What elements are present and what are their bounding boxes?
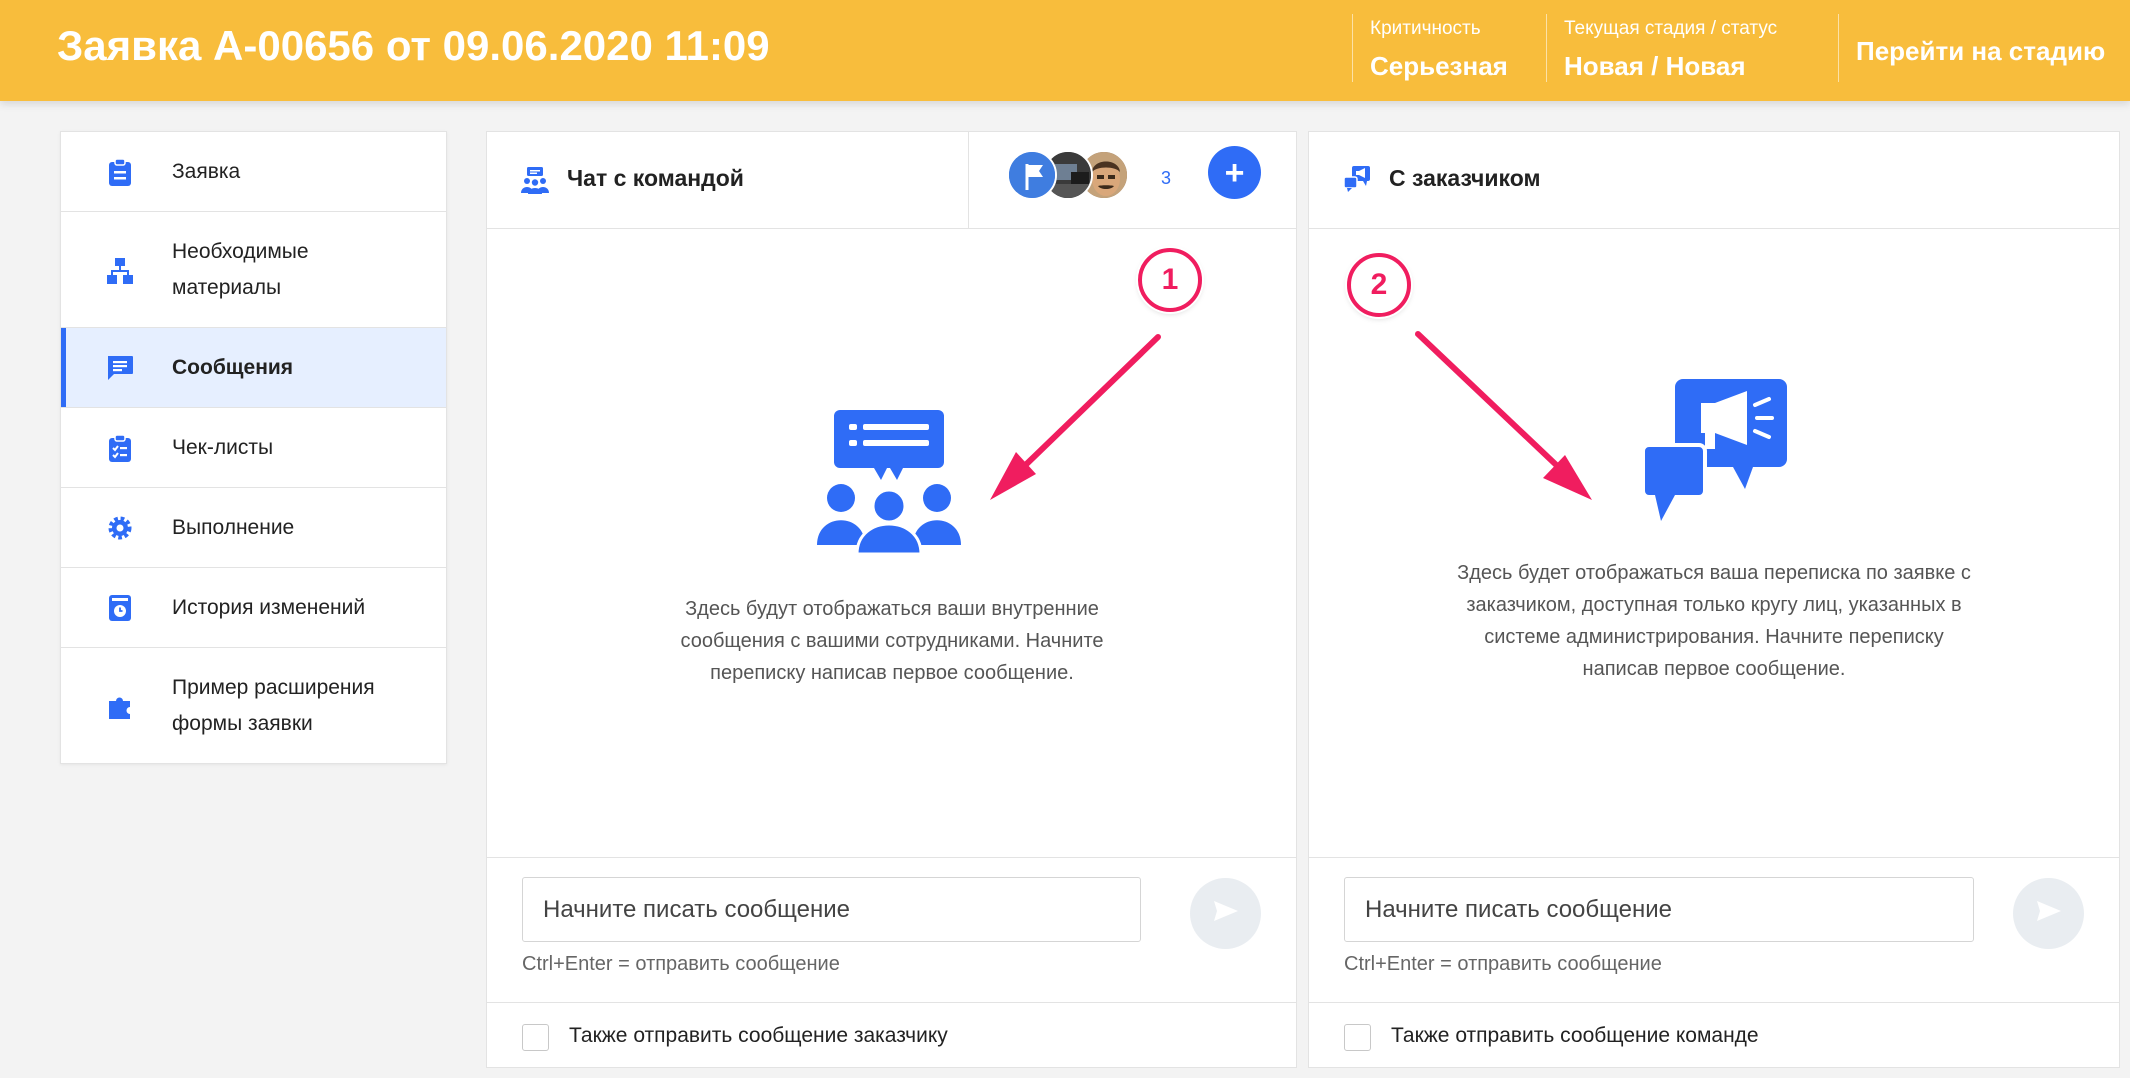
team-chat-title: Чат с командой (567, 165, 744, 191)
also-send-team-label[interactable]: Также отправить сообщение команде (1391, 1024, 1759, 1048)
sidebar-item-messages[interactable]: Сообщения (61, 328, 446, 408)
team-chat-empty-text: Здесь будут отображаться ваши внутренние… (680, 598, 1104, 684)
team-chat-illustration-icon (817, 410, 961, 556)
checklist-icon (105, 433, 135, 463)
also-send-team-row: Также отправить сообщение команде (1309, 1002, 2119, 1069)
plus-icon: + (1224, 153, 1245, 192)
message-icon (105, 353, 135, 383)
stage-block: Текущая стадия / статус Новая / Новая (1546, 14, 1777, 82)
send-icon (2036, 900, 2062, 927)
stage-label: Текущая стадия / статус (1564, 18, 1778, 39)
sidebar-item-label: Заявка (172, 160, 241, 183)
also-send-customer-label[interactable]: Также отправить сообщение заказчику (569, 1024, 948, 1048)
avatar[interactable] (1007, 150, 1057, 200)
customer-chat-panel: С заказчиком Здесь будет отображаться ва… (1308, 131, 2120, 1068)
puzzle-icon (105, 691, 135, 721)
sidebar-item-label: Чек-листы (172, 436, 274, 459)
sidebar: Заявка Необходимые материалы Сообщения Ч… (60, 131, 447, 764)
sidebar-item-materials[interactable]: Необходимые материалы (61, 212, 446, 328)
customer-send-hint: Ctrl+Enter = отправить сообщение (1344, 953, 1662, 975)
team-send-hint: Ctrl+Enter = отправить сообщение (522, 953, 840, 975)
customer-chat-empty-text: Здесь будет отображаться ваша переписка … (1457, 562, 1971, 680)
goto-stage-label: Перейти на стадию (1856, 36, 2106, 66)
team-icon (521, 166, 549, 194)
gear-icon (105, 513, 135, 543)
criticality-block: Критичность Серьезная (1352, 14, 1508, 82)
customer-chat-illustration-icon (1641, 379, 1787, 523)
header-divider (968, 132, 969, 228)
team-send-button[interactable] (1190, 878, 1261, 949)
annotation-badge-1: 1 (1138, 248, 1202, 312)
composer-divider (487, 857, 1296, 858)
megaphone-chat-icon (1343, 165, 1371, 193)
also-send-customer-row: Также отправить сообщение заказчику (487, 1002, 1296, 1069)
annotation-badge-2: 2 (1347, 253, 1411, 317)
clipboard-icon (105, 157, 135, 187)
sidebar-item-checklists[interactable]: Чек-листы (61, 408, 446, 488)
sidebar-item-label: Выполнение (172, 516, 295, 539)
page-title: Заявка А-00656 от 09.06.2020 11:09 (57, 22, 770, 69)
sidebar-item-label: Сообщения (172, 356, 294, 379)
customer-send-button[interactable] (2013, 878, 2084, 949)
composer-divider (1309, 857, 2119, 858)
stage-value: Новая / Новая (1564, 51, 1746, 81)
hierarchy-icon (105, 256, 135, 286)
sidebar-item-extension[interactable]: Пример расширения формы заявки (61, 648, 446, 763)
customer-message-input[interactable] (1344, 877, 1974, 942)
sidebar-item-label: История изменений (172, 596, 366, 619)
sidebar-item-request[interactable]: Заявка (61, 132, 446, 212)
participants-count[interactable]: 3 (1161, 168, 1171, 189)
header-bar: Заявка А-00656 от 09.06.2020 11:09 Крити… (0, 0, 2130, 101)
criticality-label: Критичность (1370, 18, 1481, 39)
sidebar-item-label: Необходимые материалы (172, 240, 309, 299)
send-icon (1213, 900, 1239, 927)
team-message-input[interactable] (522, 877, 1141, 942)
sidebar-item-label: Пример расширения формы заявки (172, 676, 375, 735)
sidebar-item-history[interactable]: История изменений (61, 568, 446, 648)
customer-chat-header: С заказчиком (1309, 132, 2119, 229)
criticality-value: Серьезная (1370, 51, 1508, 81)
also-send-customer-checkbox[interactable] (522, 1024, 549, 1051)
goto-stage-button[interactable]: Перейти на стадию (1838, 14, 2105, 82)
also-send-team-checkbox[interactable] (1344, 1024, 1371, 1051)
history-icon (105, 593, 135, 623)
customer-chat-title: С заказчиком (1389, 165, 1541, 191)
add-participant-button[interactable]: + (1208, 146, 1261, 199)
sidebar-item-execution[interactable]: Выполнение (61, 488, 446, 568)
team-chat-header: Чат с командой 3 + (487, 132, 1296, 229)
